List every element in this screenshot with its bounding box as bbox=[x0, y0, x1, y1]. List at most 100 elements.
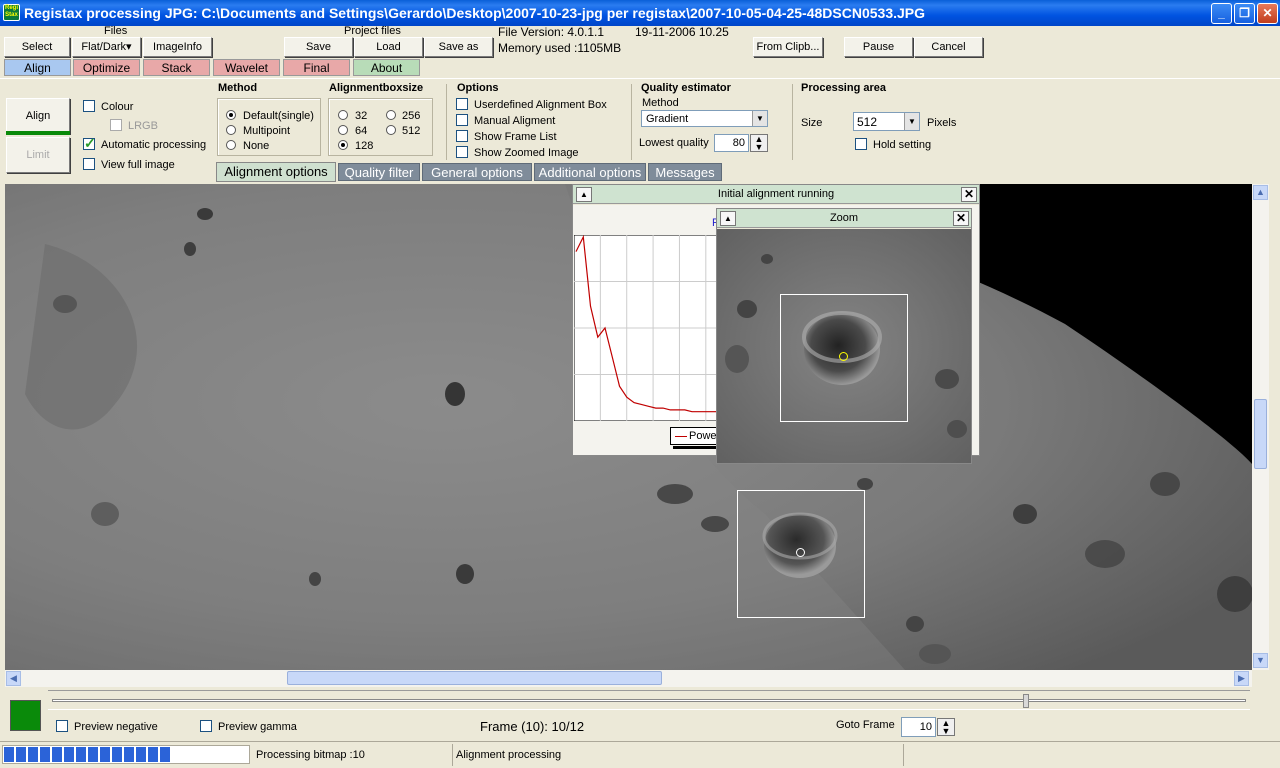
pause-button[interactable]: Pause bbox=[844, 37, 913, 57]
preview-negative-checkbox[interactable] bbox=[56, 720, 68, 735]
preview-gamma-label: Preview gamma bbox=[218, 721, 297, 733]
progress-block bbox=[52, 747, 62, 762]
load-button[interactable]: Load bbox=[354, 37, 423, 57]
hold-setting-checkbox[interactable] bbox=[855, 138, 867, 153]
close-icon[interactable]: ✕ bbox=[961, 187, 977, 202]
show-zoomed-image-checkbox[interactable] bbox=[456, 146, 468, 161]
goto-frame-input[interactable]: 10 bbox=[901, 717, 936, 737]
collapse-icon[interactable]: ▲ bbox=[576, 187, 592, 202]
manual-alignment-checkbox[interactable] bbox=[456, 114, 468, 129]
frame-slider-thumb[interactable] bbox=[1023, 694, 1029, 708]
progress-block bbox=[136, 747, 146, 762]
lrgb-label: LRGB bbox=[128, 120, 158, 132]
dropdown-arrow-icon: ▾ bbox=[126, 41, 132, 53]
minimize-button[interactable]: _ bbox=[1211, 3, 1232, 24]
automatic-processing-checkbox[interactable]: ✓ bbox=[83, 136, 96, 151]
progress-block bbox=[112, 747, 122, 762]
flatdark-button[interactable]: Flat/Dark▾ bbox=[72, 37, 141, 57]
divider bbox=[631, 84, 632, 160]
preview-gamma-checkbox[interactable] bbox=[200, 720, 212, 735]
scroll-right-icon[interactable]: ▶ bbox=[1234, 671, 1249, 686]
close-button[interactable]: ✕ bbox=[1257, 3, 1278, 24]
boxsize-64-radio[interactable] bbox=[338, 125, 348, 138]
save-as-button[interactable]: Save as bbox=[424, 37, 493, 57]
select-button[interactable]: Select bbox=[4, 37, 70, 57]
show-zoomed-image-label: Show Zoomed Image bbox=[474, 147, 579, 159]
quality-method-select[interactable]: Gradient ▼ bbox=[641, 110, 768, 127]
imageinfo-button[interactable]: ImageInfo bbox=[143, 37, 212, 57]
progress-block bbox=[28, 747, 38, 762]
horizontal-scroll-thumb[interactable] bbox=[287, 671, 662, 685]
options-title: Options bbox=[457, 82, 499, 94]
subtab-quality-filter[interactable]: Quality filter bbox=[338, 163, 420, 181]
goto-frame-spinner-icon[interactable]: ▲ ▼ bbox=[937, 718, 955, 736]
userdefined-box-checkbox[interactable] bbox=[456, 98, 468, 113]
save-button[interactable]: Save bbox=[284, 37, 353, 57]
scroll-up-icon[interactable]: ▲ bbox=[1253, 185, 1268, 200]
flatdark-label: Flat/Dark bbox=[81, 41, 127, 53]
method-default-radio[interactable] bbox=[226, 110, 236, 123]
show-frame-list-checkbox[interactable] bbox=[456, 130, 468, 145]
tab-align[interactable]: Align bbox=[4, 59, 71, 76]
zoom-point-marker bbox=[839, 352, 848, 361]
processing-area-title: Processing area bbox=[801, 82, 886, 94]
limit-button[interactable]: Limit bbox=[6, 137, 70, 173]
zoom-title: Zoom bbox=[717, 209, 971, 228]
maximize-button[interactable]: ❐ bbox=[1234, 3, 1255, 24]
method-none-radio[interactable] bbox=[226, 140, 236, 153]
vertical-scrollbar[interactable]: ▲ ▼ bbox=[1252, 184, 1269, 670]
method-multipoint-radio[interactable] bbox=[226, 125, 236, 138]
progress-block bbox=[124, 747, 134, 762]
boxsize-128-radio[interactable] bbox=[338, 140, 348, 153]
lowest-quality-spinner-icon[interactable]: ▲ ▼ bbox=[750, 134, 768, 152]
tab-wavelet[interactable]: Wavelet bbox=[213, 59, 280, 76]
status-bitmap: Processing bitmap :10 bbox=[256, 749, 365, 761]
lrgb-checkbox[interactable] bbox=[110, 119, 122, 134]
status-indicator bbox=[10, 700, 41, 731]
size-label: Size bbox=[801, 117, 823, 129]
tab-about[interactable]: About bbox=[353, 59, 420, 76]
frame-slider[interactable] bbox=[48, 690, 1250, 710]
tab-final[interactable]: Final bbox=[283, 59, 350, 76]
progress-block bbox=[16, 747, 26, 762]
view-full-image-label: View full image bbox=[101, 159, 175, 171]
subtab-general-options[interactable]: General options bbox=[422, 163, 532, 181]
cancel-button[interactable]: Cancel bbox=[914, 37, 983, 57]
boxsize-512-radio[interactable] bbox=[386, 125, 396, 138]
legend-swatch bbox=[675, 436, 687, 437]
close-icon[interactable]: ✕ bbox=[953, 211, 969, 226]
method-none-label: None bbox=[243, 140, 270, 152]
memory-used: Memory used :1105MB bbox=[498, 41, 622, 55]
zoom-image bbox=[717, 229, 971, 463]
align-button[interactable]: Align bbox=[6, 98, 70, 134]
lowest-quality-input[interactable]: 80 bbox=[714, 134, 749, 152]
align-indicator bbox=[6, 131, 70, 135]
tab-optimize[interactable]: Optimize bbox=[73, 59, 140, 76]
subtab-alignment-options[interactable]: Alignment options bbox=[216, 162, 336, 182]
scroll-left-icon[interactable]: ◀ bbox=[6, 671, 21, 686]
goto-frame-label: Goto Frame bbox=[836, 719, 895, 731]
size-select[interactable]: 512 ▼ bbox=[853, 112, 920, 131]
files-label: Files bbox=[104, 25, 128, 37]
status-processing: Alignment processing bbox=[456, 749, 562, 761]
horizontal-scrollbar[interactable]: ◀ ▶ bbox=[5, 670, 1252, 687]
scroll-down-icon[interactable]: ▼ bbox=[1253, 653, 1268, 668]
dropdown-arrow-icon: ▼ bbox=[904, 113, 919, 130]
vertical-scroll-thumb[interactable] bbox=[1254, 399, 1267, 469]
tab-stack[interactable]: Stack bbox=[143, 59, 210, 76]
boxsize-title: Alignmentboxsize bbox=[329, 82, 424, 94]
status-divider bbox=[903, 744, 904, 766]
alignment-point-marker bbox=[796, 548, 805, 557]
colour-checkbox[interactable] bbox=[83, 100, 95, 115]
frame-slider-track bbox=[52, 699, 1246, 702]
boxsize-32-radio[interactable] bbox=[338, 110, 348, 123]
subtab-messages[interactable]: Messages bbox=[648, 163, 722, 181]
window-title: Registax processing JPG: C:\Documents an… bbox=[24, 5, 926, 21]
title-bar: Regi Stax Registax processing JPG: C:\Do… bbox=[0, 0, 1280, 26]
view-full-image-checkbox[interactable] bbox=[83, 158, 95, 173]
from-clipboard-button[interactable]: From Clipb... bbox=[753, 37, 823, 57]
collapse-icon[interactable]: ▲ bbox=[720, 211, 736, 226]
subtab-additional-options[interactable]: Additional options bbox=[534, 163, 646, 181]
boxsize-256-radio[interactable] bbox=[386, 110, 396, 123]
dropdown-arrow-icon: ▼ bbox=[752, 111, 767, 126]
